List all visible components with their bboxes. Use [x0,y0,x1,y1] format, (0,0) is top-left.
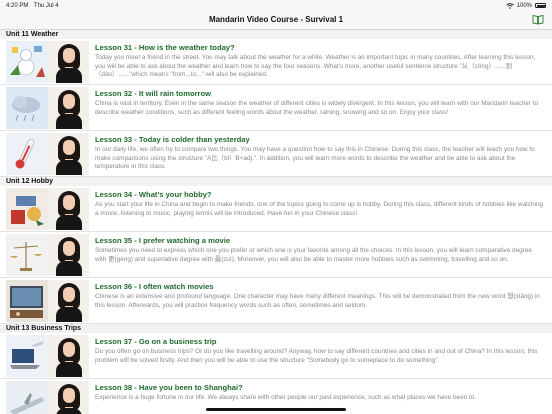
book-icon[interactable] [532,14,544,25]
lesson-description: Today you meet a friend in the street. Y… [95,54,536,79]
navigation-bar: Mandarin Video Course - Survival 1 [0,11,552,30]
battery-percent: 100% [516,2,532,9]
lesson-description: In our daily life, we often try to compa… [95,146,535,171]
lesson-title[interactable]: Lesson 34 - What's your hobby? [95,190,212,199]
lesson-thumbnail [6,87,89,129]
page-title: Mandarin Video Course - Survival 1 [208,15,344,24]
section-header-unit-11: Unit 11 Weather [0,30,552,39]
section-header-unit-12: Unit 12 Hobby [0,177,552,186]
lesson-title[interactable]: Lesson 37 - Go on a business trip [95,337,217,346]
lesson-description: China is vast in territory. Even in the … [95,100,539,116]
lesson-title[interactable]: Lesson 38 - Have you been to Shanghai? [95,383,243,392]
lesson-row-36[interactable]: Lesson 36 - I often watch movies Chinese… [0,278,552,324]
status-bar: 4:20 PM Thu Jul 4 100% [0,0,552,11]
lesson-list[interactable]: Unit 11 Weather Lesson 31 - How is the w… [0,30,552,414]
status-date: Thu Jul 4 [33,2,59,9]
wifi-icon [505,2,514,9]
lesson-thumbnail [6,381,89,414]
lesson-title[interactable]: Lesson 36 - I often watch movies [95,282,214,291]
lesson-description: Do you often go on business trips? Or do… [95,348,538,364]
lesson-title[interactable]: Lesson 33 - Today is colder than yesterd… [95,135,250,144]
lesson-row-31[interactable]: Lesson 31 - How is the weather today? To… [0,39,552,85]
lesson-row-32[interactable]: Lesson 32 - It will rain tomorrow China … [0,85,552,131]
lesson-row-34[interactable]: Lesson 34 - What's your hobby? As you st… [0,186,552,232]
lesson-description: Sometimes you need to express which one … [95,247,532,263]
lesson-description: Chinese is an extensive and profound lan… [95,293,540,309]
lesson-thumbnail [6,133,89,175]
battery-icon [535,3,546,8]
lesson-title[interactable]: Lesson 35 - I prefer watching a movie [95,236,230,245]
lesson-thumbnail [6,280,89,322]
lesson-thumbnail [6,41,89,83]
lesson-title[interactable]: Lesson 31 - How is the weather today? [95,43,235,52]
lesson-thumbnail [6,234,89,276]
lesson-description: Experience is a huge fortune in our life… [95,394,477,401]
lesson-row-33[interactable]: Lesson 33 - Today is colder than yesterd… [0,131,552,177]
lesson-thumbnail [6,188,89,230]
lesson-title[interactable]: Lesson 32 - It will rain tomorrow [95,89,211,98]
lesson-thumbnail [6,335,89,377]
section-header-unit-13: Unit 13 Business Trips [0,324,552,333]
status-time: 4:20 PM [6,2,29,9]
lesson-row-35[interactable]: Lesson 35 - I prefer watching a movie So… [0,232,552,278]
lesson-row-37[interactable]: Lesson 37 - Go on a business trip Do you… [0,333,552,379]
home-indicator[interactable] [206,408,346,411]
lesson-description: As you start your life in China and begi… [95,201,544,217]
